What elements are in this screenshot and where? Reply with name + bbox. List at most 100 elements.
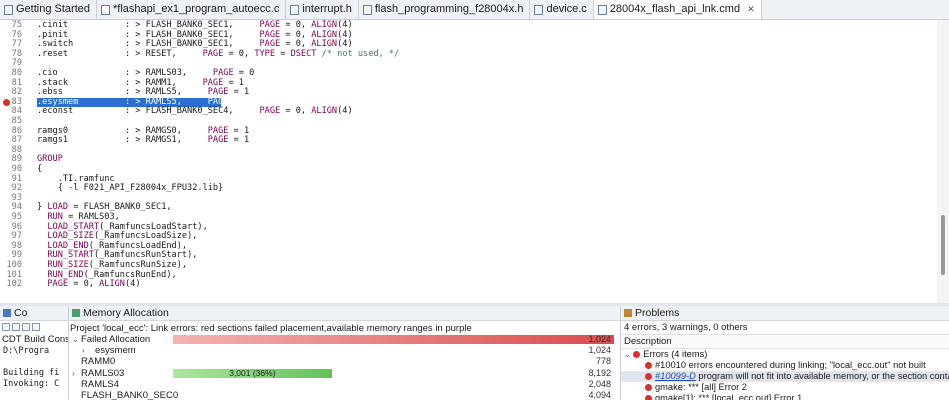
- problem-item[interactable]: gmake[1]: *** [local_ecc.out] Error 1: [621, 393, 949, 400]
- problems-column-header[interactable]: Description: [621, 334, 949, 349]
- scroll-lock-icon[interactable]: [12, 323, 20, 331]
- editor-tab[interactable]: device.c: [530, 0, 594, 19]
- code-text: { -l F021_API_F28004x_FPU32.lib}: [37, 183, 224, 194]
- problem-item[interactable]: #10010 errors encountered during linking…: [621, 360, 949, 371]
- code-line[interactable]: 94} LOAD = FLASH_BANK0_SEC1,: [0, 203, 935, 213]
- console-line: D:\Progra: [3, 346, 50, 356]
- errors-group-label: Errors (4 items): [643, 349, 708, 359]
- tab-problems[interactable]: Problems: [621, 306, 949, 321]
- tab-memory-allocation[interactable]: Memory Allocation: [69, 306, 620, 321]
- code-line[interactable]: 102 PAGE = 0, ALIGN(4): [0, 279, 935, 290]
- memory-value: 1,024: [588, 334, 611, 344]
- error-icon: [645, 373, 652, 381]
- memory-bar: [173, 357, 614, 366]
- editor-tab[interactable]: Getting Started: [0, 0, 97, 19]
- problems-icon: [624, 309, 632, 317]
- editor-tab[interactable]: *flashapi_ex1_program_autoecc.c: [97, 0, 287, 19]
- errors-group[interactable]: ⌄ Errors (4 items): [621, 349, 949, 360]
- memory-allocation-panel: Memory Allocation Project 'local_ecc': L…: [69, 306, 621, 400]
- editor-tab-label: 28004x_flash_api_lnk.cmd: [609, 3, 741, 15]
- memory-value: 1,024: [588, 345, 611, 356]
- tab-console[interactable]: Co: [0, 306, 68, 321]
- line-number: 102: [6, 279, 22, 290]
- problem-item[interactable]: #10099-D program will not fit into avail…: [621, 371, 949, 382]
- memory-row[interactable]: FLASH_BANK0_SEC0 4,094: [69, 390, 620, 400]
- error-code-link[interactable]: #10099-D: [655, 371, 696, 381]
- problem-text: gmake[1]: *** [local_ecc.out] Error 1: [655, 393, 803, 400]
- problem-text: #10010 errors encountered during linking…: [655, 360, 926, 370]
- file-icon: [101, 4, 110, 15]
- problems-list: #10010 errors encountered during linking…: [621, 360, 949, 400]
- memory-value: 778: [595, 356, 611, 367]
- editor-tab-label: Getting Started: [16, 3, 90, 15]
- code-text: .econst : > FLASH_BANK0_SEC4, PAGE = 0, …: [37, 106, 353, 117]
- memory-value: 4,094: [588, 390, 611, 400]
- memory-label: RAMLS03: [81, 367, 125, 379]
- pin-icon[interactable]: [22, 323, 30, 331]
- console-tab-label: Co: [14, 307, 28, 319]
- chevron-right-icon[interactable]: ›: [82, 345, 85, 356]
- error-icon: [645, 384, 652, 392]
- editor-tab-label: device.c: [546, 3, 587, 15]
- code-line[interactable]: 88: [0, 145, 935, 156]
- chevron-down-icon[interactable]: ⌄: [72, 334, 79, 345]
- chevron-down-icon[interactable]: ⌄: [621, 350, 631, 359]
- code-line[interactable]: 78 .reset : > RESET, PAGE = 0, TYPE = DSE…: [0, 48, 935, 60]
- problems-tab-label: Problems: [635, 307, 680, 319]
- problem-item[interactable]: gmake: *** [all] Error 2: [621, 382, 949, 393]
- problem-text: program will not fit into available memo…: [698, 371, 949, 381]
- code-line[interactable]: 89 GROUP: [0, 155, 935, 165]
- memory-tab-label: Memory Allocation: [83, 307, 169, 319]
- problems-summary: 4 errors, 3 warnings, 0 others: [624, 322, 748, 333]
- scrollbar-thumb[interactable]: [941, 215, 945, 275]
- code-line[interactable]: 92 { -l F021_API_F28004x_FPU32.lib}: [0, 184, 935, 194]
- console-toolbar: [0, 321, 68, 333]
- memory-label: RAMLS4: [81, 378, 120, 390]
- code-text: .reset : > RESET, PAGE = 0, TYPE = DSECT…: [37, 48, 400, 59]
- console-line: Building fi: [3, 368, 60, 378]
- file-icon: [4, 4, 13, 15]
- memory-row[interactable]: › esysmem 1,024: [69, 345, 620, 356]
- code-line[interactable]: 84 .econst : > FLASH_BANK0_SEC4, PAGE = 0…: [0, 107, 935, 117]
- editor-scrollbar[interactable]: [937, 20, 949, 303]
- console-line: Invoking: C: [3, 379, 60, 389]
- error-icon: [645, 362, 652, 370]
- editor-tab-label: *flashapi_ex1_program_autoecc.c: [113, 3, 280, 15]
- editor-tab-bar: Getting Started *flashapi_ex1_program_aut…: [0, 0, 949, 20]
- console-title: CDT Build Console: [2, 334, 68, 345]
- memory-bar: [173, 335, 614, 344]
- file-icon: [534, 4, 544, 15]
- clear-console-icon[interactable]: [2, 323, 10, 331]
- console-panel: Co CDT Build Console D:\Progra Building …: [0, 306, 69, 400]
- editor-tab[interactable]: flash_programming_f28004x.h: [359, 0, 531, 19]
- memory-row[interactable]: › RAMLS03 3,001 (36%) 8,192: [69, 368, 620, 379]
- file-icon: [362, 4, 372, 15]
- display-console-icon[interactable]: [32, 323, 40, 331]
- editor-tab[interactable]: interrupt.h: [286, 0, 359, 19]
- console-icon: [3, 309, 11, 317]
- memory-label: RAMM0: [81, 356, 116, 368]
- memory-label: esysmem: [95, 345, 136, 357]
- memory-bar: [173, 346, 614, 355]
- memory-row[interactable]: RAMM0 778: [69, 356, 620, 367]
- code-line[interactable]: 87 ramgs1 : > RAMGS1, PAGE = 1: [0, 135, 935, 146]
- memory-icon: [72, 309, 80, 317]
- memory-value: 8,192: [588, 367, 611, 378]
- code-editor[interactable]: 75 .cinit : > FLASH_BANK0_SEC1, PAGE = 0,…: [0, 20, 949, 303]
- chevron-right-icon[interactable]: ›: [72, 368, 75, 379]
- editor-tab[interactable]: 28004x_flash_api_lnk.cmd ✕: [593, 0, 762, 19]
- memory-bar: 3,001 (36%): [173, 367, 614, 378]
- problems-panel: Problems 4 errors, 3 warnings, 0 others …: [621, 306, 949, 400]
- memory-label: FLASH_BANK0_SEC0: [81, 390, 179, 400]
- memory-bar-label: 3,001 (36%): [229, 367, 276, 378]
- memory-row[interactable]: RAMLS4 2,048: [69, 379, 620, 390]
- memory-row[interactable]: ⌄ Failed Allocation 1,024: [69, 334, 620, 345]
- editor-tab-label: interrupt.h: [302, 3, 352, 15]
- close-icon[interactable]: ✕: [747, 0, 755, 19]
- memory-value: 2,048: [588, 378, 611, 389]
- code-text: ramgs1 : > RAMGS1, PAGE = 1: [37, 135, 250, 146]
- console-output: D:\Progra Building fi Invoking: C: [0, 346, 68, 390]
- memory-bar: [173, 380, 614, 389]
- code-line[interactable]: 90{: [0, 164, 935, 175]
